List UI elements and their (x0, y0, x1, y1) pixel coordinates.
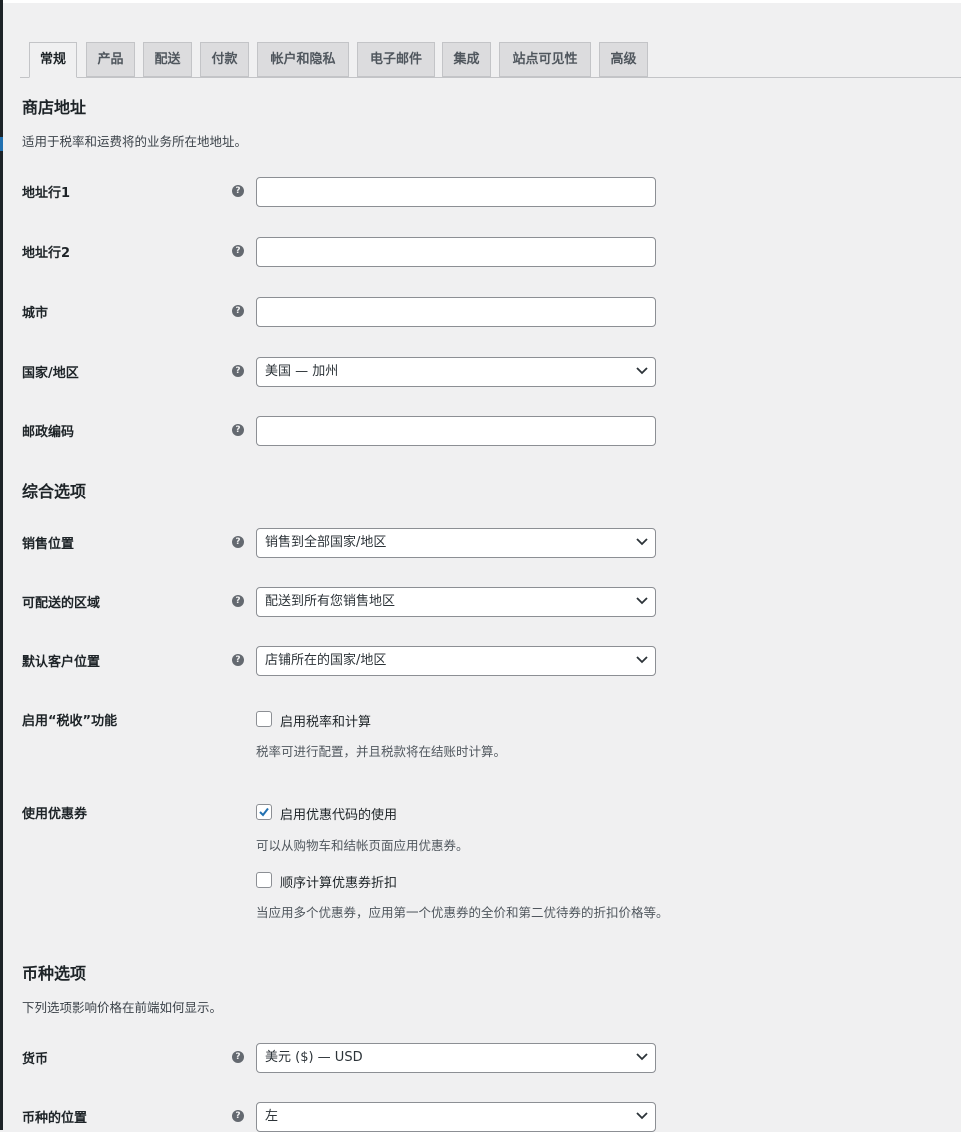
currency-position-select[interactable]: 左 (256, 1102, 656, 1132)
enable-coupons-label[interactable]: 启用优惠代码的使用 (280, 804, 397, 823)
shipping-location-value: 配送到所有您销售地区 (265, 594, 396, 609)
country-select[interactable]: 美国 — 加州 (256, 357, 656, 387)
chevron-down-icon (636, 538, 648, 546)
checkmark-icon (259, 807, 269, 817)
default-customer-location-select[interactable]: 店铺所在的国家/地区 (256, 646, 656, 676)
sequential-coupons-checkbox[interactable] (256, 872, 272, 888)
currency-position-value: 左 (265, 1109, 279, 1124)
chevron-down-icon (636, 1053, 648, 1061)
tab-accounts-privacy[interactable]: 帐户和隐私 (257, 42, 349, 77)
help-icon[interactable]: ? (232, 305, 244, 317)
shipping-location-select[interactable]: 配送到所有您销售地区 (256, 587, 656, 617)
currency-label: 货币 (22, 1052, 49, 1067)
tab-shipping[interactable]: 配送 (143, 42, 192, 77)
help-icon[interactable]: ? (232, 1110, 244, 1122)
city-input[interactable] (256, 297, 656, 327)
country-label: 国家/地区 (22, 366, 79, 381)
tab-site-visibility[interactable]: 站点可见性 (499, 42, 591, 77)
selling-location-value: 销售到全部国家/地区 (265, 535, 387, 550)
coupons-label: 使用优惠券 (22, 807, 88, 822)
settings-tabs: 常规 产品 配送 付款 帐户和隐私 电子邮件 集成 站点可见性 高级 (20, 42, 961, 78)
address1-input[interactable] (256, 177, 656, 207)
help-icon[interactable]: ? (232, 1051, 244, 1063)
tab-general[interactable]: 常规 (29, 42, 77, 78)
admin-menu-active-marker (0, 137, 3, 151)
shipping-location-label: 可配送的区域 (22, 596, 101, 611)
currency-options-description: 下列选项影响价格在前端如何显示。 (22, 1000, 223, 1015)
default-customer-location-value: 店铺所在的国家/地区 (265, 653, 387, 668)
postcode-input[interactable] (256, 416, 656, 446)
enable-coupons-checkbox[interactable] (256, 804, 272, 820)
chevron-down-icon (636, 656, 648, 664)
selling-location-select[interactable]: 销售到全部国家/地区 (256, 528, 656, 558)
currency-options-heading: 币种选项 (22, 964, 87, 983)
country-select-value: 美国 — 加州 (265, 364, 339, 379)
sequential-coupons-label[interactable]: 顺序计算优惠券折扣 (280, 872, 397, 891)
tab-products[interactable]: 产品 (86, 42, 135, 77)
help-icon[interactable]: ? (232, 654, 244, 666)
taxes-label: 启用“税收”功能 (22, 714, 118, 729)
enable-taxes-label[interactable]: 启用税率和计算 (280, 711, 371, 730)
address2-label: 地址行2 (22, 246, 71, 261)
help-icon[interactable]: ? (232, 245, 244, 257)
tab-emails[interactable]: 电子邮件 (357, 42, 435, 77)
sequential-coupons-note: 当应用多个优惠券，应用第一个优惠券的全价和第二优待券的折扣价格等。 (256, 905, 669, 920)
chevron-down-icon (636, 1112, 648, 1120)
postcode-label: 邮政编码 (22, 425, 75, 440)
default-customer-location-label: 默认客户位置 (22, 655, 101, 670)
currency-select[interactable]: 美元 ($) — USD (256, 1043, 656, 1073)
help-icon[interactable]: ? (232, 595, 244, 607)
tab-integration[interactable]: 集成 (442, 42, 491, 77)
currency-value: 美元 ($) — USD (265, 1050, 363, 1065)
help-icon[interactable]: ? (232, 185, 244, 197)
address2-input[interactable] (256, 237, 656, 267)
help-icon[interactable]: ? (232, 365, 244, 377)
admin-menu-edge (0, 0, 3, 1130)
city-label: 城市 (22, 306, 49, 321)
address1-label: 地址行1 (22, 186, 71, 201)
taxes-note: 税率可进行配置，并且税款将在结账时计算。 (256, 744, 507, 759)
help-icon[interactable]: ? (232, 424, 244, 436)
currency-position-label: 币种的位置 (22, 1111, 88, 1126)
selling-location-label: 销售位置 (22, 537, 75, 552)
coupons-note: 可以从购物车和结帐页面应用优惠券。 (256, 838, 469, 853)
store-address-heading: 商店地址 (22, 98, 87, 117)
help-icon[interactable]: ? (232, 536, 244, 548)
tab-advanced[interactable]: 高级 (599, 42, 648, 77)
store-address-description: 适用于税率和运费将的业务所在地地址。 (22, 134, 248, 149)
chevron-down-icon (636, 597, 648, 605)
chevron-down-icon (636, 367, 648, 375)
general-options-heading: 综合选项 (22, 482, 87, 501)
top-strip (0, 0, 961, 3)
tab-payments[interactable]: 付款 (200, 42, 249, 77)
enable-taxes-checkbox[interactable] (256, 711, 272, 727)
